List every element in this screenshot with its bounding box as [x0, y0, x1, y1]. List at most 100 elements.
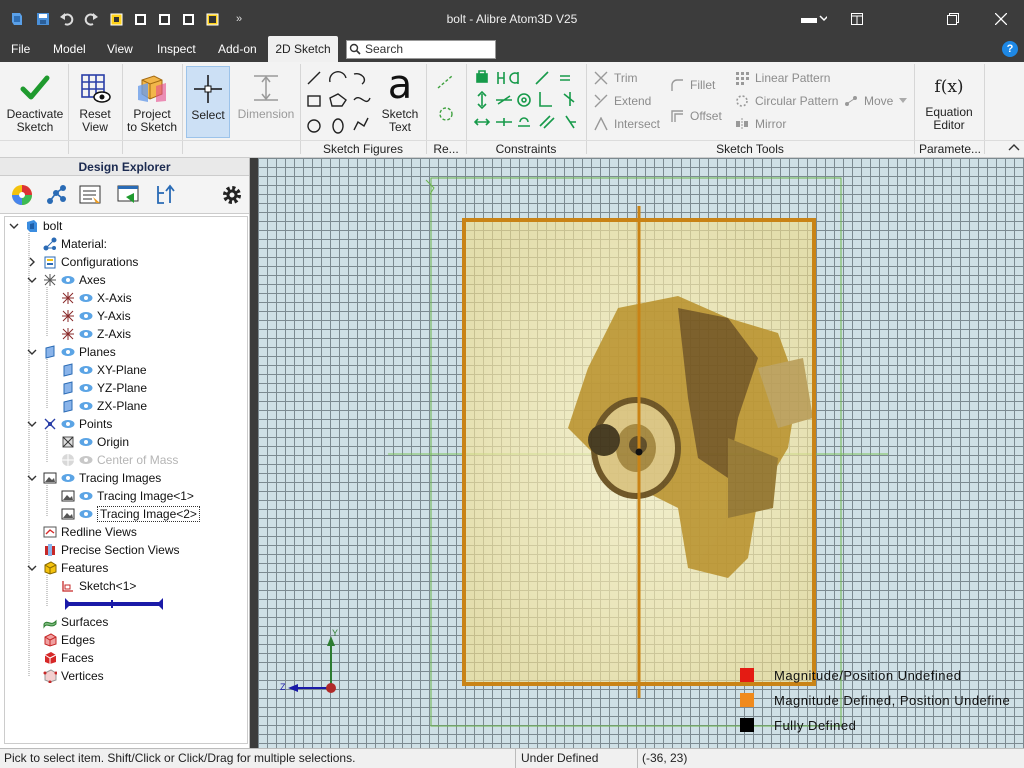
trim-button[interactable]: Trim: [594, 71, 638, 85]
tree-label: Origin: [97, 435, 130, 449]
mirror-button[interactable]: Mirror: [735, 117, 786, 131]
menu-model[interactable]: Model: [53, 42, 86, 56]
part-icon: [27, 220, 37, 232]
dimension-button[interactable]: Dimension: [236, 72, 296, 121]
design-explorer-toolbar: [0, 176, 249, 214]
menu-inspect[interactable]: Inspect: [157, 42, 196, 56]
project-to-sketch-button[interactable]: Project to Sketch: [124, 72, 180, 134]
sketch-figures-icon[interactable]: [306, 70, 374, 138]
tree-item-precise-section-views[interactable]: Precise Section Views: [43, 541, 180, 559]
tree-item-planes[interactable]: Planes: [25, 343, 116, 361]
collapse-chevron-icon[interactable]: [25, 273, 39, 287]
visibility-eye-icon[interactable]: [79, 383, 93, 393]
project-label-2: to Sketch: [126, 120, 178, 134]
tree-item-bolt[interactable]: bolt: [7, 217, 62, 235]
visibility-eye-icon[interactable]: [79, 311, 93, 321]
tree-item-material[interactable]: Material:: [43, 235, 107, 253]
ribbon-options-icon[interactable]: [794, 0, 834, 38]
visibility-eye-icon[interactable]: [79, 401, 93, 411]
tree-item-xy-plane[interactable]: XY-Plane: [61, 361, 147, 379]
visibility-eye-icon[interactable]: [79, 455, 93, 465]
tree-item-redline-views[interactable]: Redline Views: [43, 523, 137, 541]
collapse-chevron-icon[interactable]: [7, 219, 21, 233]
tree-item-faces[interactable]: Faces: [43, 649, 94, 667]
visibility-eye-icon[interactable]: [79, 293, 93, 303]
visibility-eye-icon[interactable]: [61, 275, 75, 285]
fillet-button[interactable]: Fillet: [670, 78, 715, 92]
collapse-chevron-icon[interactable]: [25, 417, 39, 431]
tree-item-axes[interactable]: Axes: [25, 271, 106, 289]
sketch-text-button[interactable]: a Sketch Text: [378, 65, 422, 134]
menu-file[interactable]: File: [11, 42, 30, 56]
tree-item-edges[interactable]: Edges: [43, 631, 95, 649]
collapse-ribbon-icon[interactable]: [1008, 142, 1020, 152]
tree-item-configurations[interactable]: Configurations: [25, 253, 138, 271]
restore-window-icon[interactable]: [930, 0, 976, 38]
restore-panes-icon[interactable]: [834, 0, 880, 38]
intersect-button[interactable]: Intersect: [594, 117, 660, 131]
expand-chevron-icon[interactable]: [25, 255, 39, 269]
visibility-eye-icon[interactable]: [79, 491, 93, 501]
settings-gear-icon[interactable]: [220, 183, 244, 207]
mirror-icon: [736, 118, 748, 130]
move-button[interactable]: Move: [844, 94, 908, 108]
select-button[interactable]: Select: [186, 66, 230, 138]
collapse-chevron-icon[interactable]: [25, 345, 39, 359]
menu-add-on[interactable]: Add-on: [218, 42, 257, 56]
status-hint: Pick to select item. Shift/Click or Clic…: [0, 749, 516, 768]
constraints-icon[interactable]: [474, 70, 582, 132]
linear-pattern-button[interactable]: Linear Pattern: [735, 71, 830, 85]
tree-item-vertices[interactable]: Vertices: [43, 667, 104, 685]
tree-label: Planes: [79, 345, 116, 359]
tree-item-z-axis[interactable]: Z-Axis: [61, 325, 131, 343]
tree-item-tracing-images[interactable]: Tracing Images: [25, 469, 161, 487]
material-icon: [43, 237, 57, 251]
tree-item-features[interactable]: Features: [25, 559, 108, 577]
color-wheel-icon[interactable]: [10, 183, 34, 207]
collapse-chevron-icon[interactable]: [25, 561, 39, 575]
deactivate-sketch-button[interactable]: Deactivate Sketch: [4, 72, 66, 134]
visibility-eye-icon[interactable]: [61, 419, 75, 429]
help-icon[interactable]: ?: [1002, 41, 1018, 57]
origin-icon: [62, 436, 74, 448]
tree-item-zx-plane[interactable]: ZX-Plane: [61, 397, 147, 415]
tree-item-sketch-1[interactable]: Sketch<1>: [61, 577, 136, 595]
extend-button[interactable]: Extend: [594, 94, 651, 108]
tree-item-tracing-image-1[interactable]: Tracing Image<1>: [61, 487, 194, 505]
tree-item-surfaces[interactable]: Surfaces: [43, 613, 108, 631]
rollback-bar[interactable]: [63, 597, 165, 614]
visibility-eye-icon[interactable]: [79, 365, 93, 375]
offset-label: Offset: [690, 109, 722, 123]
display-window-icon[interactable]: [116, 183, 140, 207]
tree-item-yz-plane[interactable]: YZ-Plane: [61, 379, 147, 397]
collapse-chevron-icon[interactable]: [25, 471, 39, 485]
sketch-canvas[interactable]: Y Z: [258, 158, 1024, 748]
visibility-eye-icon[interactable]: [79, 329, 93, 339]
tree-item-origin[interactable]: Origin: [61, 433, 129, 451]
properties-list-icon[interactable]: [78, 183, 102, 207]
visibility-eye-icon[interactable]: [61, 347, 75, 357]
tree-label: Edges: [61, 633, 96, 647]
tree-item-x-axis[interactable]: X-Axis: [61, 289, 132, 307]
tree-item-tracing-image-2[interactable]: Tracing Image<2>: [61, 505, 200, 523]
visibility-eye-icon[interactable]: [79, 437, 93, 447]
tree-sort-icon[interactable]: [154, 183, 178, 207]
tab-2d-sketch[interactable]: 2D Sketch: [268, 36, 338, 62]
tree-item-y-axis[interactable]: Y-Axis: [61, 307, 131, 325]
equation-editor-button[interactable]: f(x) Equation Editor: [920, 72, 978, 132]
plane-icon: [63, 363, 73, 377]
search-input[interactable]: Search: [346, 40, 496, 59]
visibility-eye-icon[interactable]: [79, 509, 93, 519]
tree-label: X-Axis: [97, 291, 132, 305]
tree-item-center-of-mass[interactable]: Center of Mass: [61, 451, 178, 469]
close-window-icon[interactable]: [978, 0, 1024, 38]
dependency-graph-icon[interactable]: [44, 183, 68, 207]
reset-view-button[interactable]: Reset View: [72, 72, 118, 134]
visibility-eye-icon[interactable]: [61, 473, 75, 483]
menu-view[interactable]: View: [107, 42, 133, 56]
surfaces-icon: [43, 619, 57, 629]
reference-icon[interactable]: [436, 74, 456, 124]
circular-pattern-button[interactable]: Circular Pattern: [735, 94, 838, 108]
tree-item-points[interactable]: Points: [25, 415, 112, 433]
offset-button[interactable]: Offset: [670, 109, 722, 123]
